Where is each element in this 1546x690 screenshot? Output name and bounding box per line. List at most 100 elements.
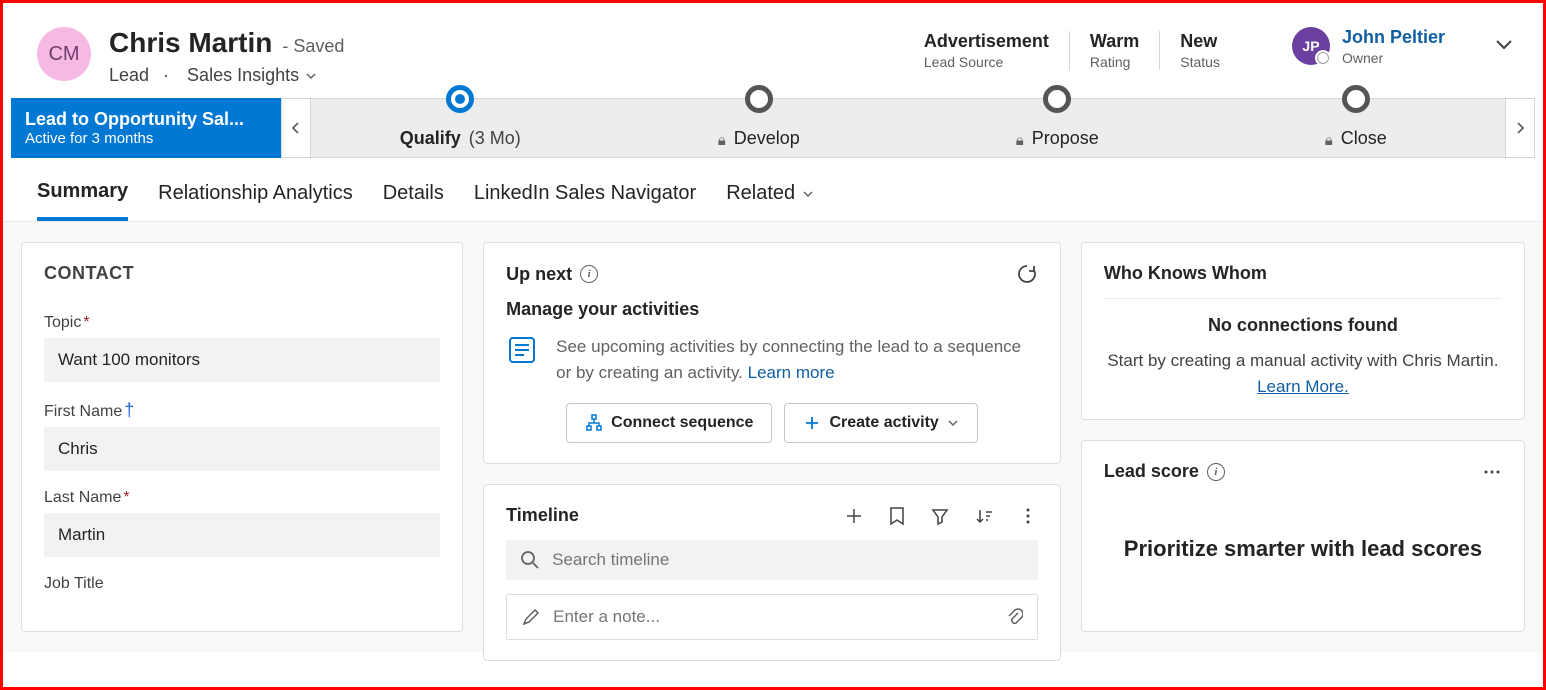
learn-more-link[interactable]: Learn more — [748, 363, 835, 382]
topic-input[interactable] — [44, 338, 440, 382]
info-icon[interactable]: i — [580, 265, 598, 283]
stage-circle-active — [446, 85, 474, 113]
tab-linkedin[interactable]: LinkedIn Sales Navigator — [474, 180, 696, 221]
timeline-search-input[interactable] — [552, 550, 1024, 570]
info-icon[interactable]: i — [1207, 463, 1225, 481]
leadscore-card: Lead score i Prioritize smarter with lea… — [1081, 440, 1525, 632]
owner-label: Owner — [1342, 50, 1445, 66]
connect-sequence-button[interactable]: Connect sequence — [566, 403, 772, 443]
saved-indicator: - Saved — [282, 36, 344, 57]
note-input[interactable] — [553, 607, 993, 627]
pencil-icon — [521, 607, 541, 627]
job-title-label: Job Title — [44, 575, 440, 593]
form-name: Sales Insights — [187, 65, 299, 86]
owner-block[interactable]: JP John Peltier Owner — [1258, 27, 1445, 66]
entity-type: Lead — [109, 65, 149, 86]
header-expand[interactable] — [1463, 27, 1515, 55]
last-name-label: Last Name* — [44, 489, 440, 507]
lock-icon: 🔒︎ — [718, 132, 726, 149]
search-icon — [520, 550, 540, 570]
more-button[interactable] — [1018, 506, 1038, 526]
wkw-text: Start by creating a manual activity with… — [1104, 348, 1502, 399]
upnext-text: See upcoming activities by connecting th… — [556, 334, 1038, 385]
owner-name[interactable]: John Peltier — [1342, 27, 1445, 48]
upnext-title: Up next i — [506, 264, 598, 285]
more-vertical-icon — [1018, 506, 1038, 526]
last-name-input[interactable] — [44, 513, 440, 557]
sort-button[interactable] — [974, 506, 994, 526]
sort-icon — [974, 506, 994, 526]
contact-card: CONTACT Topic* First Name† Last Name* Jo… — [21, 242, 463, 632]
tab-relationship-analytics[interactable]: Relationship Analytics — [158, 180, 353, 221]
header-meta: Advertisement Lead Source Warm Rating Ne… — [924, 27, 1240, 70]
lead-name: Chris Martin — [109, 27, 272, 59]
tab-related[interactable]: Related — [726, 180, 815, 221]
contact-section-title: CONTACT — [44, 263, 440, 284]
first-name-label: First Name† — [44, 400, 440, 421]
chevron-down-icon — [947, 417, 959, 429]
more-button[interactable] — [1482, 462, 1502, 482]
tab-summary[interactable]: Summary — [37, 180, 128, 221]
wkw-none-title: No connections found — [1104, 315, 1502, 336]
form-selector[interactable]: Sales Insights — [163, 65, 317, 86]
bookmark-icon — [888, 506, 906, 526]
add-button[interactable] — [844, 506, 864, 526]
content-area: CONTACT Topic* First Name† Last Name* Jo… — [3, 222, 1543, 652]
bpf-stages: Qualify (3 Mo) 🔒︎ Develop 🔒︎ Propose 🔒︎ … — [311, 98, 1505, 158]
plus-icon — [803, 414, 821, 432]
filter-icon — [930, 506, 950, 526]
lead-avatar[interactable]: CM — [37, 27, 91, 81]
note-input-row[interactable] — [506, 594, 1038, 640]
timeline-card: Timeline — [483, 484, 1061, 661]
filter-button[interactable] — [930, 506, 950, 526]
chevron-down-icon — [305, 70, 317, 82]
wkw-learn-more-link[interactable]: Learn More. — [1257, 377, 1349, 396]
stage-circle — [1342, 85, 1370, 113]
field-first-name: First Name† — [44, 400, 440, 471]
more-horizontal-icon — [1482, 462, 1502, 482]
stage-circle — [1043, 85, 1071, 113]
attachment-icon[interactable] — [1005, 607, 1023, 627]
stage-propose[interactable]: 🔒︎ Propose — [908, 99, 1207, 157]
tabs: Summary Relationship Analytics Details L… — [3, 158, 1543, 222]
field-last-name: Last Name* — [44, 489, 440, 557]
bpf-info[interactable]: Lead to Opportunity Sal... Active for 3 … — [11, 98, 281, 158]
field-job-title: Job Title — [44, 575, 440, 593]
meta-rating[interactable]: Warm Rating — [1069, 31, 1159, 70]
wkw-header: Who Knows Whom — [1104, 263, 1502, 284]
bookmark-button[interactable] — [888, 506, 906, 526]
record-header: CM Chris Martin - Saved Lead Sales Insig… — [3, 3, 1543, 98]
stage-develop[interactable]: 🔒︎ Develop — [610, 99, 909, 157]
bpf-next-button[interactable] — [1505, 98, 1535, 158]
timeline-title: Timeline — [506, 505, 579, 526]
hierarchy-icon — [585, 414, 603, 432]
tab-details[interactable]: Details — [383, 180, 444, 221]
chevron-down-icon — [801, 187, 815, 201]
leadscore-body-title: Prioritize smarter with lead scores — [1104, 536, 1502, 562]
upnext-subtitle: Manage your activities — [506, 299, 1038, 320]
refresh-icon — [1016, 263, 1038, 285]
stage-circle — [745, 85, 773, 113]
refresh-button[interactable] — [1016, 263, 1038, 285]
upnext-card: Up next i Manage your activities See upc… — [483, 242, 1061, 464]
title-block: Chris Martin - Saved Lead Sales Insights — [109, 27, 906, 86]
stage-qualify[interactable]: Qualify (3 Mo) — [311, 99, 610, 157]
timeline-search[interactable] — [506, 540, 1038, 580]
create-activity-button[interactable]: Create activity — [784, 403, 977, 443]
business-process-flow: Lead to Opportunity Sal... Active for 3 … — [11, 98, 1535, 158]
field-topic: Topic* — [44, 314, 440, 382]
topic-label: Topic* — [44, 314, 440, 332]
chevron-left-icon — [289, 121, 303, 135]
lock-icon: 🔒︎ — [1016, 132, 1024, 149]
plus-icon — [844, 506, 864, 526]
owner-avatar: JP — [1292, 27, 1330, 65]
sequence-icon — [506, 334, 538, 366]
first-name-input[interactable] — [44, 427, 440, 471]
whoknowswhom-card: Who Knows Whom No connections found Star… — [1081, 242, 1525, 420]
bpf-prev-button[interactable] — [281, 98, 311, 158]
lock-icon: 🔒︎ — [1325, 132, 1333, 149]
meta-lead-source[interactable]: Advertisement Lead Source — [924, 31, 1069, 70]
stage-close[interactable]: 🔒︎ Close — [1207, 99, 1506, 157]
leadscore-title: Lead score i — [1104, 461, 1225, 482]
meta-status[interactable]: New Status — [1159, 31, 1240, 70]
